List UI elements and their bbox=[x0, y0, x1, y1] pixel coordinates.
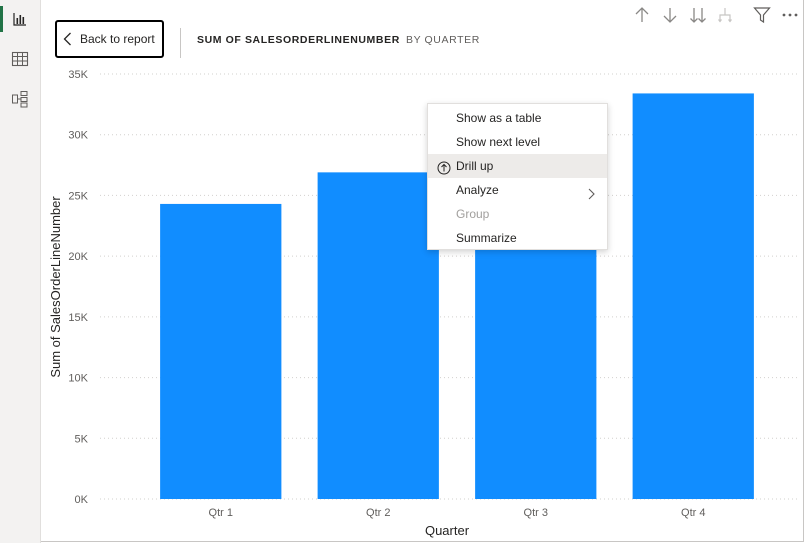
bar-qtr-2[interactable] bbox=[317, 172, 439, 499]
menu-item-group: Group bbox=[428, 202, 607, 226]
x-tick-label: Qtr 1 bbox=[209, 507, 233, 519]
menu-item-label: Summarize bbox=[456, 231, 517, 245]
menu-item-label: Analyze bbox=[456, 183, 499, 197]
x-axis-title: Quarter bbox=[425, 523, 470, 538]
menu-item-summarize[interactable]: Summarize bbox=[428, 226, 607, 250]
bar-qtr-4[interactable] bbox=[632, 93, 754, 499]
bar-chart: 0K 5K 10K 15K 20K 25K 30K 35K Qtr 1 Qtr 2 Qtr 3 Qtr… bbox=[48, 69, 800, 538]
x-tick-label: Qtr 4 bbox=[681, 507, 705, 519]
menu-item-label: Drill up bbox=[456, 159, 494, 173]
y-tick-label: 15K bbox=[68, 312, 88, 324]
bar-qtr-1[interactable] bbox=[160, 203, 282, 499]
menu-item-show-as-table[interactable]: Show as a table bbox=[428, 106, 607, 130]
bar-qtr-3[interactable] bbox=[475, 244, 597, 499]
menu-item-show-next-level[interactable]: Show next level bbox=[428, 130, 607, 154]
up-arrow-circle-icon bbox=[437, 159, 451, 175]
menu-item-label: Group bbox=[456, 207, 490, 221]
x-tick-label: Qtr 3 bbox=[524, 507, 548, 519]
y-tick-label: 30K bbox=[68, 130, 88, 142]
y-tick-label: 10K bbox=[68, 373, 88, 385]
y-tick-label: 20K bbox=[68, 251, 88, 263]
y-tick-label: 25K bbox=[68, 190, 88, 202]
menu-item-analyze[interactable]: Analyze bbox=[428, 178, 607, 202]
menu-item-drill-up[interactable]: Drill up bbox=[428, 154, 607, 178]
menu-item-label: Show next level bbox=[456, 135, 541, 149]
y-tick-label: 0K bbox=[75, 494, 89, 506]
y-tick-label: 5K bbox=[75, 433, 89, 445]
context-menu: Show as a table Show next level Drill up… bbox=[427, 103, 608, 250]
x-tick-label: Qtr 2 bbox=[366, 507, 390, 519]
y-axis-title: Sum of SalesOrderLineNumber bbox=[48, 196, 63, 378]
y-tick-label: 35K bbox=[68, 69, 88, 81]
menu-item-label: Show as a table bbox=[456, 111, 542, 125]
